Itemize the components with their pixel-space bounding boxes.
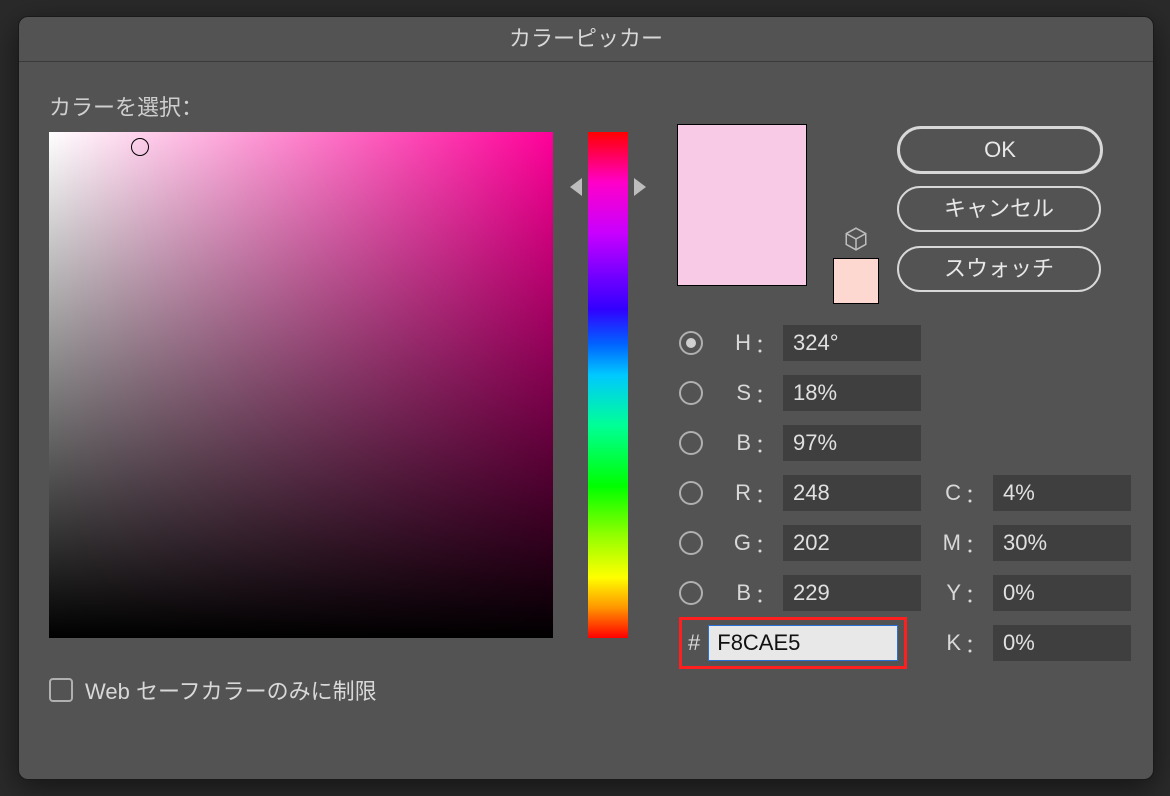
radio-r[interactable] [679, 481, 703, 505]
input-b-hsb[interactable]: 97% [783, 425, 921, 461]
web-safe-row: Web セーフカラーのみに制限 [49, 674, 377, 706]
color-picker-dialog: カラーピッカー カラーを選択： OK キャンセル スウォッチ H ： 324° [18, 16, 1154, 780]
web-safe-label: Web セーフカラーのみに制限 [85, 674, 377, 706]
label-k: K [929, 630, 961, 656]
radio-g[interactable] [679, 531, 703, 555]
ok-button[interactable]: OK [897, 126, 1103, 174]
label-b-rgb: B [709, 580, 751, 606]
input-c[interactable]: 4% [993, 475, 1131, 511]
label-r: R [709, 480, 751, 506]
cancel-button[interactable]: キャンセル [897, 186, 1101, 232]
radio-b-hsb[interactable] [679, 431, 703, 455]
input-b-rgb[interactable]: 229 [783, 575, 921, 611]
input-r[interactable]: 248 [783, 475, 921, 511]
input-hex[interactable] [708, 625, 898, 661]
input-h[interactable]: 324° [783, 325, 921, 361]
prompt-label: カラーを選択： [49, 90, 203, 122]
label-g: G [709, 530, 751, 556]
sv-cursor-icon[interactable] [131, 138, 149, 156]
input-s[interactable]: 18% [783, 375, 921, 411]
input-k[interactable]: 0% [993, 625, 1131, 661]
radio-h[interactable] [679, 331, 703, 355]
hex-highlight-box: # [679, 617, 907, 669]
label-y: Y [929, 580, 961, 606]
label-b-hsb: B [709, 430, 751, 456]
radio-s[interactable] [679, 381, 703, 405]
hue-arrow-left-icon [570, 178, 582, 196]
label-m: M [929, 530, 961, 556]
hue-arrow-right-icon [634, 178, 646, 196]
web-safe-checkbox[interactable] [49, 678, 73, 702]
cube-icon[interactable] [843, 226, 869, 252]
input-m[interactable]: 30% [993, 525, 1131, 561]
label-c: C [929, 480, 961, 506]
hue-gradient [588, 132, 628, 638]
radio-b-rgb[interactable] [679, 581, 703, 605]
label-h: H [709, 330, 751, 356]
previous-color-swatch[interactable] [833, 258, 879, 304]
input-y[interactable]: 0% [993, 575, 1131, 611]
hue-slider[interactable] [584, 132, 632, 638]
dialog-title: カラーピッカー [19, 17, 1153, 62]
saturation-value-field[interactable] [49, 132, 553, 638]
input-g[interactable]: 202 [783, 525, 921, 561]
current-color-swatch [677, 124, 807, 286]
hex-hash-label: # [688, 630, 700, 656]
swatch-button[interactable]: スウォッチ [897, 246, 1101, 292]
label-s: S [709, 380, 751, 406]
